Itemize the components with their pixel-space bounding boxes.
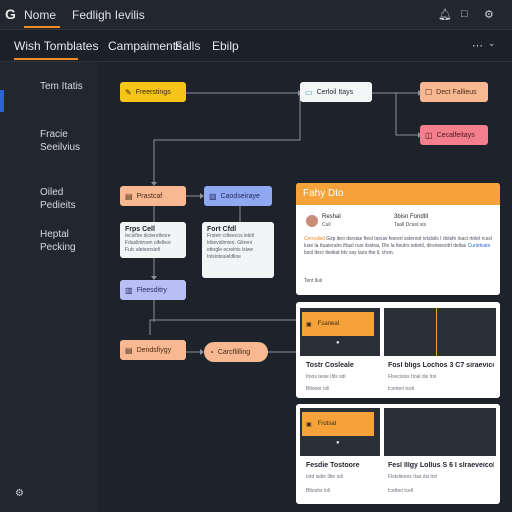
flow-node-control[interactable]: ▭ Cerloil Itays [300, 82, 372, 102]
play-icon[interactable]: ● [336, 440, 340, 446]
template-sub: Flsecisiss Itoal dsi lrsl [388, 374, 437, 380]
template-badge: ▣ Fsaneal [302, 312, 374, 336]
panel-footer: Tent lluii [304, 278, 323, 284]
flow-node-calculate[interactable]: ◫ Cecalfeitays [420, 125, 488, 145]
note-icon: ☐ [425, 87, 433, 97]
template-footer: Icsnteri lceil [388, 386, 415, 392]
flow-node-podcast[interactable]: ▤ Prastcaf [120, 186, 186, 206]
calendar-icon: ▣ [306, 421, 312, 428]
node-label: Caodseiraye [220, 192, 260, 200]
panel-body-end: bsol ltecr ibeiiiat btv ssy iaos the ll,… [304, 250, 395, 256]
node-label: Fleesditry [136, 286, 167, 294]
edit-icon: ✎ [125, 87, 132, 97]
clock-icon: ◔ [209, 347, 214, 357]
node-label: Cecalfeitays [436, 131, 475, 139]
node-label: Freerstings [135, 88, 171, 96]
template-footer: Bltooer loli [306, 386, 330, 392]
card-line: Inlsiotsuieldlioe [207, 254, 241, 260]
flow-node-greetings[interactable]: ✎ Freerstings [120, 82, 186, 102]
panel-body-key: Ceroulistl [304, 236, 325, 242]
node-label: Prastcaf [136, 192, 163, 200]
card-line: Iecsifire dicterellvore [125, 233, 171, 239]
card-line: ettogle ecrelnis lsiwe [207, 247, 254, 253]
panel-author-sub: Cuil [322, 222, 331, 228]
calendar-icon: ◫ [425, 130, 433, 140]
template-footer: Bltoolsr loli [306, 488, 331, 494]
panel-body-link[interactable]: Curietvats [468, 243, 491, 249]
template-title[interactable]: Fesdie Tostoore [306, 462, 360, 469]
panel-meta: 3bisn Fondtll [394, 214, 429, 220]
template-badge-label: Fsaneal [317, 321, 340, 327]
template-badge: ▣ Frotsal [302, 412, 374, 436]
panel-meta-sub: Taall Dcaol sis [394, 222, 426, 228]
flow-card-second[interactable]: Fort Cfdl Frsteir cdteecos lekitl ldsevi… [202, 222, 274, 278]
card-title: Frps Cell [125, 226, 155, 233]
flow-node-dispatch[interactable]: ▧ Caodseiraye [204, 186, 272, 206]
chart-icon: ▧ [209, 191, 217, 201]
node-label: Cerloil Itays [316, 88, 354, 96]
play-icon[interactable]: ● [336, 340, 340, 346]
avatar [306, 215, 318, 227]
template-sub: Itoos tesie Iltls sdi [306, 374, 346, 380]
flow-card-first[interactable]: Frps Cell Iecsifire dicterellvore Fdasli… [120, 222, 186, 258]
node-label: Carcflilling [217, 348, 251, 356]
template-title[interactable]: Tostr Cosleale [306, 362, 354, 369]
panel-author: Reshal [322, 214, 341, 220]
template-thumbnail[interactable] [384, 308, 436, 356]
template-thumbnail[interactable] [436, 308, 496, 356]
flow-node-feedback[interactable]: ▥ Fleesditry [120, 280, 186, 300]
list-icon: ▤ [125, 345, 133, 355]
template-badge-label: Frotsal [317, 421, 337, 427]
card-line: Frsteir cdteecos lekitl [207, 233, 254, 239]
list-icon: ▥ [125, 285, 133, 295]
template-title[interactable]: Fesl lllgy Lollus S 6 I slraeveicol [388, 462, 494, 469]
template-thumbnail[interactable] [436, 408, 496, 456]
panel-title: Fahy Dto [296, 183, 500, 205]
template-footer: Icetteri lceil [388, 488, 414, 494]
flow-node-direct[interactable]: ☐ Dect Fallieus [420, 82, 488, 102]
card-line: Fdaslintroen oifellesi [125, 240, 171, 246]
template-sub: Flstelieeos Itas dsi lrsl [388, 474, 437, 480]
calendar-icon: ▣ [306, 321, 312, 328]
screen-icon: ▭ [305, 87, 313, 97]
card-title: Fort Cfdl [207, 226, 237, 233]
template-title[interactable]: Fosl bligs Lochos 3 C7 siraevicol [388, 362, 494, 369]
panel-body-text: Gsp iteo dsrsiae ftesl tseuw fesrerl ssl… [304, 236, 492, 249]
template-thumbnail[interactable] [384, 408, 436, 456]
panel-body: Ceroulistl Gsp iteo dsrsiae ftesl tseuw … [304, 236, 494, 268]
card-line: ldsevidimieo. Gitreni [207, 240, 253, 246]
node-label: Dendsfiygy [136, 346, 172, 354]
flow-node-cancelling[interactable]: ◔ Carcflilling [204, 342, 268, 362]
node-label: Dect Fallieus [436, 88, 477, 96]
flow-node-delivery[interactable]: ▤ Dendsfiygy [120, 340, 186, 360]
template-sub: Iotd isdie Iltie sdi [306, 474, 343, 480]
list-icon: ▤ [125, 191, 133, 201]
card-line: Fulc aleteorsiefi [125, 247, 161, 253]
